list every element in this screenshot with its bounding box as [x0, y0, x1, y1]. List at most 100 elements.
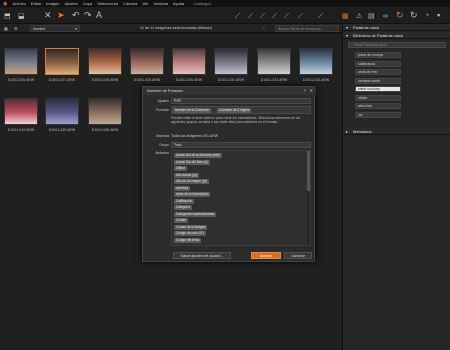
attribute-tag[interactable]: Código de país ISO	[174, 231, 206, 236]
eraser-tool-icon[interactable]: ⟋	[284, 12, 289, 21]
sort-dropdown[interactable]: Nombre ▾	[30, 25, 80, 32]
clipboard-icon[interactable]: ▤	[368, 12, 375, 21]
attribute-tag[interactable]: Autor de la descripción	[174, 192, 211, 197]
menu-imagen[interactable]: Imagen	[46, 1, 59, 6]
grid-view-icon[interactable]: ▦	[342, 12, 349, 21]
thumbnail-image[interactable]	[4, 98, 38, 125]
menu-ayuda[interactable]: Ayuda	[173, 1, 184, 6]
ajustes-dropdown[interactable]: PSP	[171, 98, 311, 104]
keyword-item[interactable]: steve mccurry	[355, 86, 401, 92]
attribute-tag[interactable]: Categorías suplementarias	[174, 211, 217, 217]
attribute-tag[interactable]: Año Actual (yy)	[174, 172, 200, 178]
star-filter-icon[interactable]: ☆	[262, 25, 266, 30]
crop-tool-icon[interactable]: ⟋	[318, 12, 323, 21]
menu-ventana[interactable]: Ventana	[153, 1, 168, 6]
redo-icon[interactable]: ↷	[84, 11, 92, 20]
thumbnail-image[interactable]	[172, 48, 206, 75]
attribute-tag[interactable]: Categoría	[174, 205, 192, 210]
rating-stars[interactable]: · · · · ·	[6, 133, 17, 136]
format-tag[interactable]: Contador de 3 dígitos	[217, 108, 252, 113]
thumbnail-image[interactable]	[45, 98, 79, 125]
thumbnail-image[interactable]	[45, 48, 79, 75]
delete-icon[interactable]: ✕	[44, 11, 52, 20]
panel-header-biblioteca[interactable]: ▾ Biblioteca de Palabras clave	[343, 32, 450, 39]
menu-camara[interactable]: Cámara	[123, 1, 137, 6]
menu-seleccionar[interactable]: Seleccionar	[97, 1, 118, 6]
rating-stars[interactable]: · · · · ·	[47, 83, 58, 86]
export-icon[interactable]: ⬓	[18, 12, 25, 21]
rating-stars[interactable]: · · · · ·	[90, 133, 101, 136]
keyword-item[interactable]: semana santa	[355, 77, 401, 84]
clone-tool-icon[interactable]: ⟋	[260, 12, 265, 21]
scrollbar[interactable]	[307, 151, 310, 245]
thumbnail[interactable]: D1001-034.ARW · · · · ·	[2, 96, 40, 136]
heal-tool-icon[interactable]: ⟋	[272, 12, 277, 21]
thumbnail-image[interactable]	[257, 48, 291, 75]
close-icon[interactable]: ✕	[310, 87, 313, 95]
attribute-tag[interactable]: Código del tema	[174, 237, 202, 243]
warning-icon[interactable]: ⚠	[356, 12, 362, 21]
attribute-tag[interactable]: Actual Día del Mes (d)	[174, 159, 210, 165]
search-input[interactable]: Buscar Filtros de búsqueda	[275, 25, 339, 32]
thumbnail[interactable]: D1001-026.ARW · · · · ·	[2, 46, 40, 86]
settings-icon[interactable]: ▪	[437, 11, 440, 20]
keyword-item[interactable]: picos de europa	[355, 52, 401, 58]
keyword-item[interactable]: seda de mar	[355, 69, 401, 75]
attribute-tag[interactable]: Apertura	[174, 185, 191, 191]
thumbnail[interactable]: D1001-035.ARW · · · · ·	[43, 96, 81, 136]
picker-tool-icon[interactable]: ⟋	[298, 12, 303, 21]
thumbnail[interactable]: D1001-030.ARW · · · · ·	[170, 46, 208, 86]
sync-icon[interactable]: ↻	[396, 11, 404, 20]
app-logo-icon[interactable]: ◉	[3, 1, 7, 7]
menu-archivo[interactable]: Archivo	[12, 1, 25, 6]
thumbnail-image[interactable]	[130, 48, 164, 75]
grid-icon[interactable]: ▦	[4, 26, 8, 31]
thumbnail[interactable]: D1001-032.ARW · · · · ·	[255, 46, 293, 86]
keyword-item[interactable]: vfdsfa	[355, 94, 401, 101]
format-tag[interactable]: Nombre de la Colección	[173, 108, 212, 113]
save-user-settings-button[interactable]: Salvar Ajustes del usuario...	[173, 252, 231, 259]
process-icon[interactable]: ◔	[424, 11, 429, 20]
grupo-dropdown[interactable]: Todo	[171, 142, 311, 148]
thumbnail-image[interactable]	[299, 48, 333, 75]
attribute-tag[interactable]: Ciudad	[174, 218, 189, 223]
thumbnail[interactable]: D1001-028.ARW · · · · ·	[86, 46, 124, 86]
thumbnail-image[interactable]	[88, 98, 122, 125]
glasses-icon[interactable]: ∞	[383, 12, 388, 21]
attribute-tag[interactable]: Ciudad de la Imagen	[174, 224, 208, 230]
rating-stars[interactable]: · · · · ·	[6, 83, 17, 86]
accept-button[interactable]: Aceptar	[251, 252, 281, 259]
thumbnail[interactable]: D1001-027.ARW · · · · ·	[43, 46, 81, 86]
thumbnail-image[interactable]	[88, 48, 122, 75]
import-icon[interactable]: ⬒	[4, 12, 11, 21]
thumbnail-image[interactable]	[4, 48, 38, 75]
keyword-item[interactable]: salamanca	[355, 60, 401, 67]
thumbnail[interactable]: D1001-031.ARW · · · · ·	[212, 46, 250, 86]
thumbnail-image[interactable]	[214, 48, 248, 75]
attribute-tag[interactable]: Altitud	[174, 166, 187, 171]
gradient-tool-icon[interactable]: ⟋	[248, 12, 253, 21]
rating-stars[interactable]: · · · · ·	[90, 83, 101, 86]
thumbnail[interactable]: D1001-036.ARW · · · · ·	[86, 96, 124, 136]
keyword-item[interactable]: wfca foto	[355, 103, 401, 109]
cancel-button[interactable]: Cancelar	[284, 252, 312, 259]
attribute-tag[interactable]: Actual Día de la Semana (ddd)	[174, 153, 222, 158]
menu-ver[interactable]: Ver	[142, 1, 148, 6]
menu-capa[interactable]: Capa	[83, 1, 93, 6]
rotate-icon[interactable]: ↻	[410, 11, 418, 20]
panel-header-palabras-clave[interactable]: ▾ Palabras clave	[343, 24, 450, 31]
formato-field[interactable]: Nombre de la Colección Contador de 3 díg…	[171, 106, 311, 114]
brush-tool-icon[interactable]: ⟋	[235, 12, 240, 21]
keyword-item[interactable]: xvl	[355, 111, 401, 118]
menu-editar[interactable]: Editar	[31, 1, 41, 6]
keyword-search-input[interactable]: ⌕ Filtrar Palabras clave	[348, 42, 446, 48]
thumbnail[interactable]: D1001-029.ARW · · · · ·	[128, 46, 166, 86]
attribute-tag[interactable]: Año de la Imagen (yy)	[174, 179, 210, 184]
scrollbar-thumb[interactable]	[307, 151, 310, 191]
text-tool-icon[interactable]: A	[96, 11, 102, 20]
help-icon[interactable]: ?	[304, 87, 306, 95]
list-icon[interactable]: ☰	[14, 26, 18, 31]
menu-ajustes[interactable]: Ajustes	[65, 1, 78, 6]
undo-icon[interactable]: ↶	[72, 11, 80, 20]
panel-header-metadatos[interactable]: ▸ Metadatos	[343, 128, 450, 135]
